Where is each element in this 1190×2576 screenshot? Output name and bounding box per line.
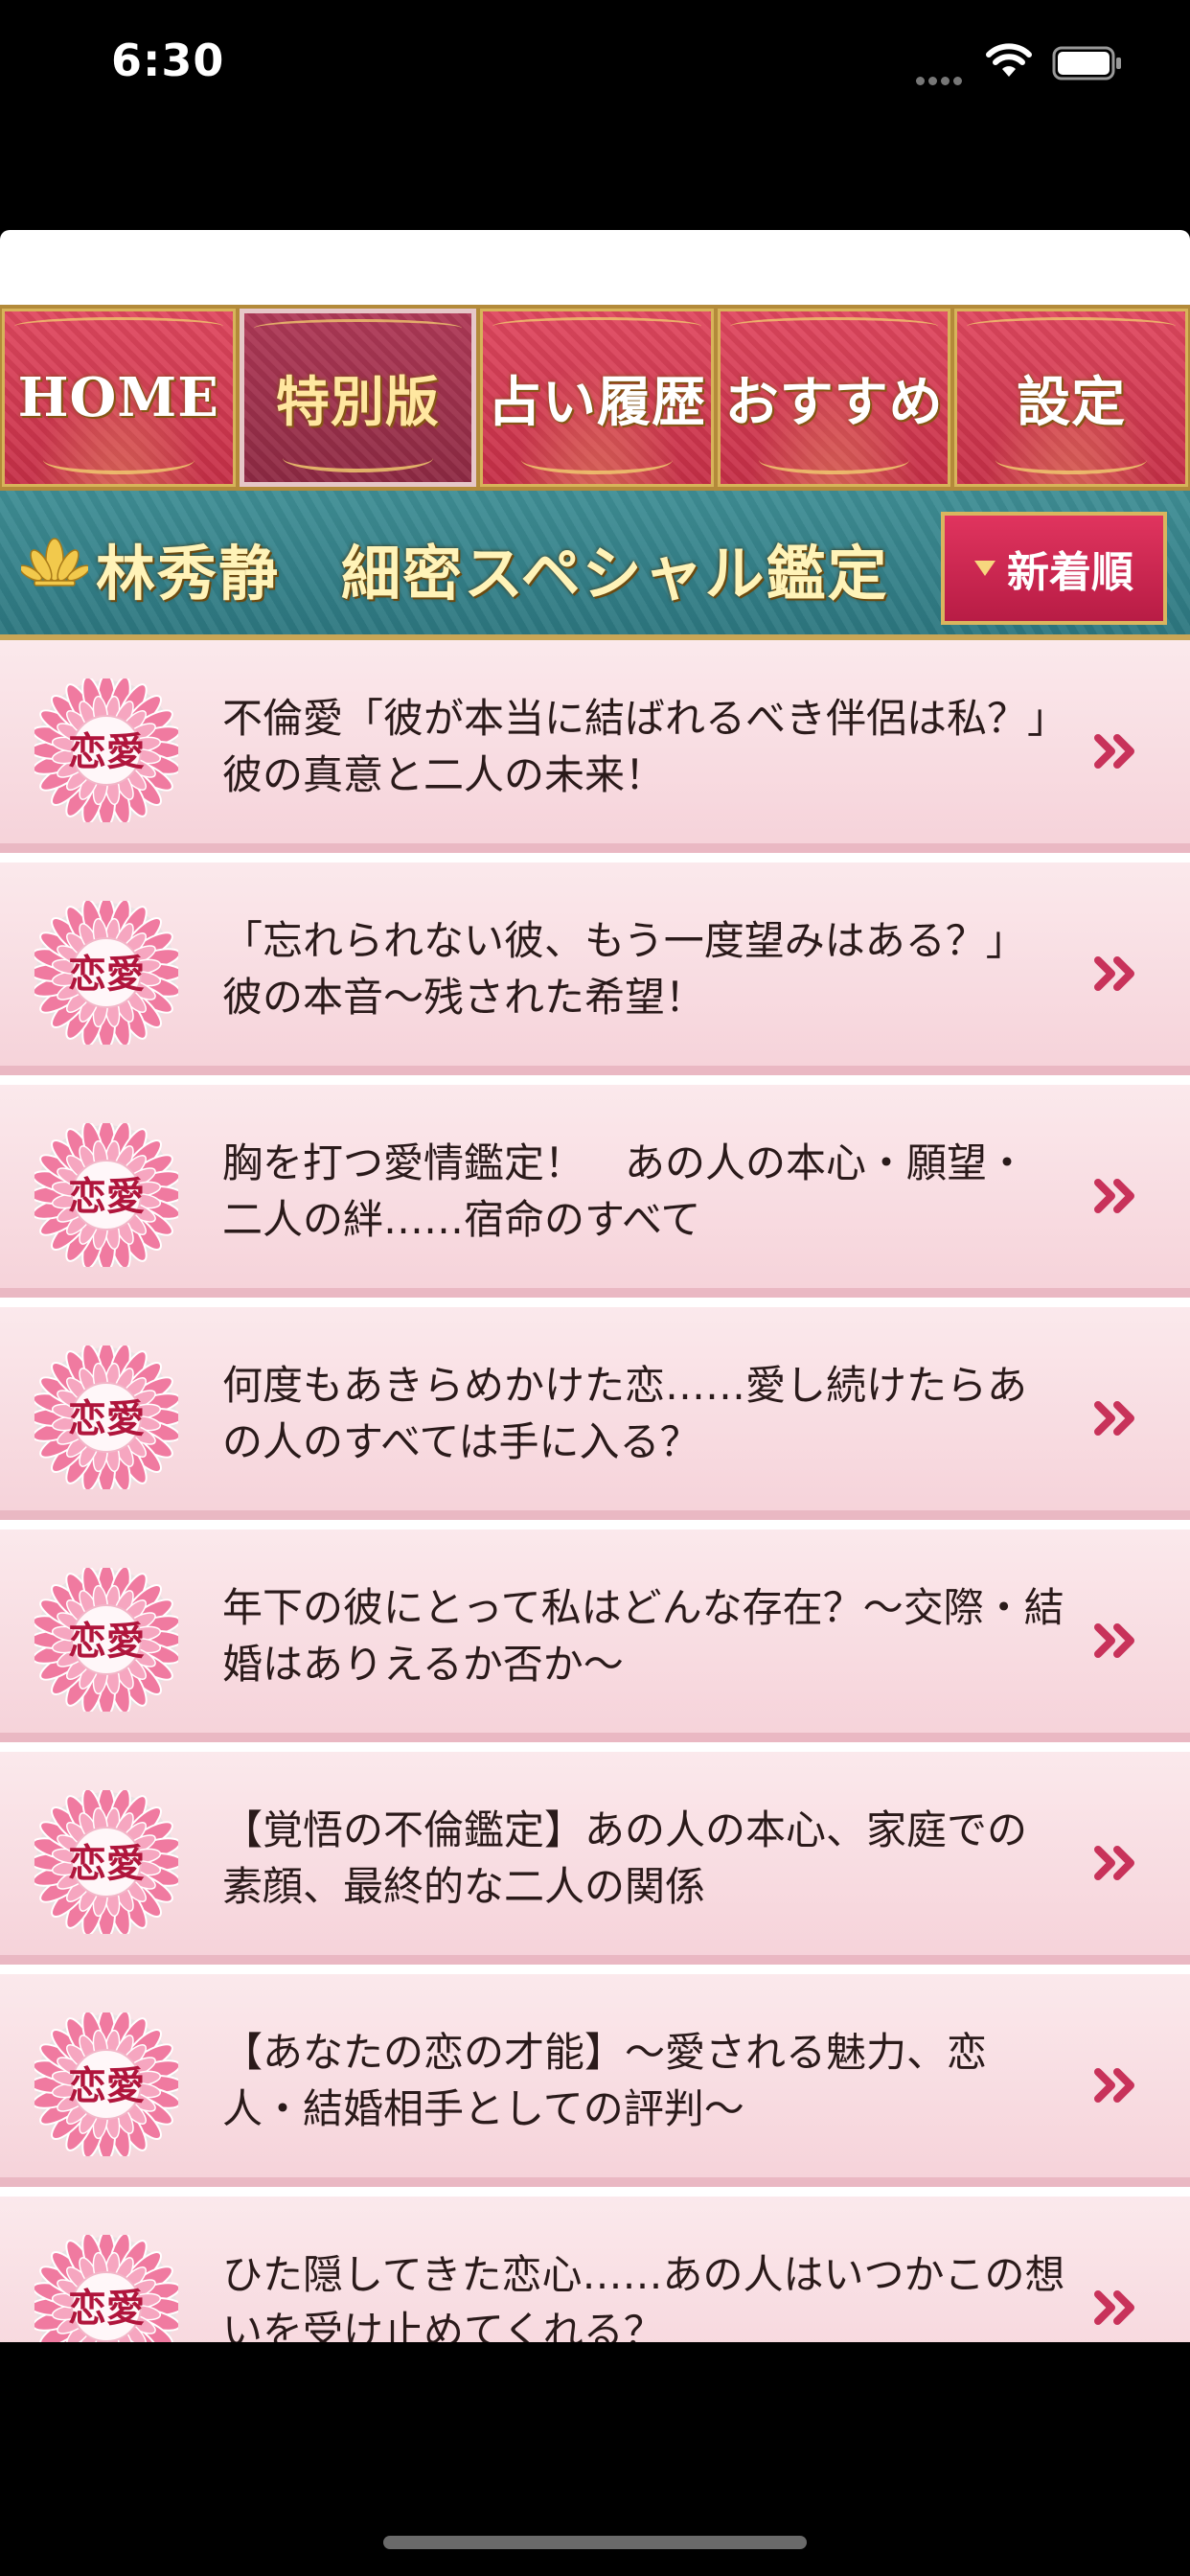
app-content: HOME 特別版 占い履歴 おすすめ 設定 林秀静 細密スペシャル鑑定 新着順 xyxy=(0,230,1190,2342)
chrysanthemum-badge-icon: 恋愛 xyxy=(34,1790,178,1934)
title-banner: 林秀静 細密スペシャル鑑定 新着順 xyxy=(0,491,1190,640)
double-chevron-right-icon xyxy=(1094,956,1134,991)
battery-icon xyxy=(1052,46,1121,80)
chrysanthemum-badge-icon: 恋愛 xyxy=(34,678,178,822)
list-item-title: ひた隠してきた恋心……あの人はいつかこの想いを受け止めてくれる？ xyxy=(222,2251,1065,2342)
tab-history[interactable]: 占い履歴 xyxy=(480,309,714,487)
tab-bar: HOME 特別版 占い履歴 おすすめ 設定 xyxy=(0,305,1190,491)
list-item-title: 何度もあきらめかけた恋……愛し続けたらあの人のすべては手に入る？ xyxy=(222,1362,1028,1465)
chrysanthemum-badge-icon: 恋愛 xyxy=(34,901,178,1045)
signal-dots-icon xyxy=(916,71,966,89)
list-item[interactable]: 恋愛 不倫愛「彼が本当に結ばれるべき伴侶は私？」彼の真意と二人の未来！ xyxy=(0,640,1190,853)
tab-recommended[interactable]: おすすめ xyxy=(717,309,951,487)
list-item-title: 不倫愛「彼が本当に結ばれるべき伴侶は私？」彼の真意と二人の未来！ xyxy=(222,695,1048,798)
tab-special-edition[interactable]: 特別版 xyxy=(239,309,477,487)
reading-list: 恋愛 不倫愛「彼が本当に結ばれるべき伴侶は私？」彼の真意と二人の未来！ 恋愛 「… xyxy=(0,640,1190,2342)
triangle-down-icon xyxy=(974,561,995,576)
chrysanthemum-badge-icon: 恋愛 xyxy=(34,1123,178,1267)
badge-label: 恋愛 xyxy=(68,1841,145,1886)
home-indicator xyxy=(383,2536,807,2549)
list-item[interactable]: 恋愛 【あなたの恋の才能】〜愛される魅力、恋人・結婚相手としての評判〜 xyxy=(0,1974,1190,2187)
double-chevron-right-icon xyxy=(1094,1179,1134,1213)
chrysanthemum-badge-icon: 恋愛 xyxy=(34,1346,178,1489)
double-chevron-right-icon xyxy=(1094,2290,1134,2325)
badge-label: 恋愛 xyxy=(68,952,145,997)
list-item-title: 年下の彼にとって私はどんな存在？〜交際・結婚はありえるか否か〜 xyxy=(222,1584,1064,1688)
chrysanthemum-badge-icon: 恋愛 xyxy=(34,2012,178,2156)
list-item-title: 【覚悟の不倫鑑定】あの人の本心、家庭での素顔、最終的な二人の関係 xyxy=(222,1806,1028,1910)
double-chevron-right-icon xyxy=(1094,734,1134,769)
list-item[interactable]: 恋愛 「忘れられない彼、もう一度望みはある？」彼の本音〜残された希望！ xyxy=(0,862,1190,1075)
badge-label: 恋愛 xyxy=(68,1396,145,1441)
list-item[interactable]: 恋愛 胸を打つ愛情鑑定！ あの人の本心・願望・二人の絆……宿命のすべて xyxy=(0,1085,1190,1298)
status-bar: 6:30 xyxy=(0,0,1190,134)
list-item[interactable]: 恋愛 【覚悟の不倫鑑定】あの人の本心、家庭での素顔、最終的な二人の関係 xyxy=(0,1752,1190,1965)
tab-label: おすすめ xyxy=(724,370,944,434)
status-time: 6:30 xyxy=(111,34,225,86)
badge-label: 恋愛 xyxy=(68,1619,145,1664)
sort-order-label: 新着順 xyxy=(1007,548,1133,597)
chrysanthemum-badge-icon: 恋愛 xyxy=(34,2235,178,2342)
tab-settings[interactable]: 設定 xyxy=(954,309,1188,487)
list-item[interactable]: 恋愛 ひた隠してきた恋心……あの人はいつかこの想いを受け止めてくれる？ xyxy=(0,2196,1190,2342)
double-chevron-right-icon xyxy=(1094,1623,1134,1658)
badge-label: 恋愛 xyxy=(68,1174,145,1219)
tab-label: 特別版 xyxy=(275,370,440,434)
chrysanthemum-badge-icon: 恋愛 xyxy=(34,1568,178,1712)
tab-label: 占い履歴 xyxy=(487,370,706,434)
page-title: 林秀静 細密スペシャル鑑定 xyxy=(96,539,889,609)
badge-label: 恋愛 xyxy=(68,2286,145,2331)
double-chevron-right-icon xyxy=(1094,1401,1134,1436)
wifi-icon xyxy=(986,43,1032,77)
double-chevron-right-icon xyxy=(1094,2068,1134,2103)
tab-label: 設定 xyxy=(1017,370,1127,434)
tab-home[interactable]: HOME xyxy=(2,309,236,487)
list-item[interactable]: 恋愛 何度もあきらめかけた恋……愛し続けたらあの人のすべては手に入る？ xyxy=(0,1307,1190,1520)
sort-order-button[interactable]: 新着順 xyxy=(941,512,1167,625)
list-item[interactable]: 恋愛 年下の彼にとって私はどんな存在？〜交際・結婚はありえるか否か〜 xyxy=(0,1530,1190,1742)
list-item-title: 胸を打つ愛情鑑定！ あの人の本心・願望・二人の絆……宿命のすべて xyxy=(222,1139,1028,1243)
list-item-title: 【あなたの恋の才能】〜愛される魅力、恋人・結婚相手としての評判〜 xyxy=(222,2029,988,2132)
badge-label: 恋愛 xyxy=(68,2063,145,2108)
lotus-icon xyxy=(21,538,88,586)
tab-label: HOME xyxy=(17,366,219,429)
badge-label: 恋愛 xyxy=(68,729,145,774)
double-chevron-right-icon xyxy=(1094,1846,1134,1880)
list-item-title: 「忘れられない彼、もう一度望みはある？」彼の本音〜残された希望！ xyxy=(222,917,1026,1021)
